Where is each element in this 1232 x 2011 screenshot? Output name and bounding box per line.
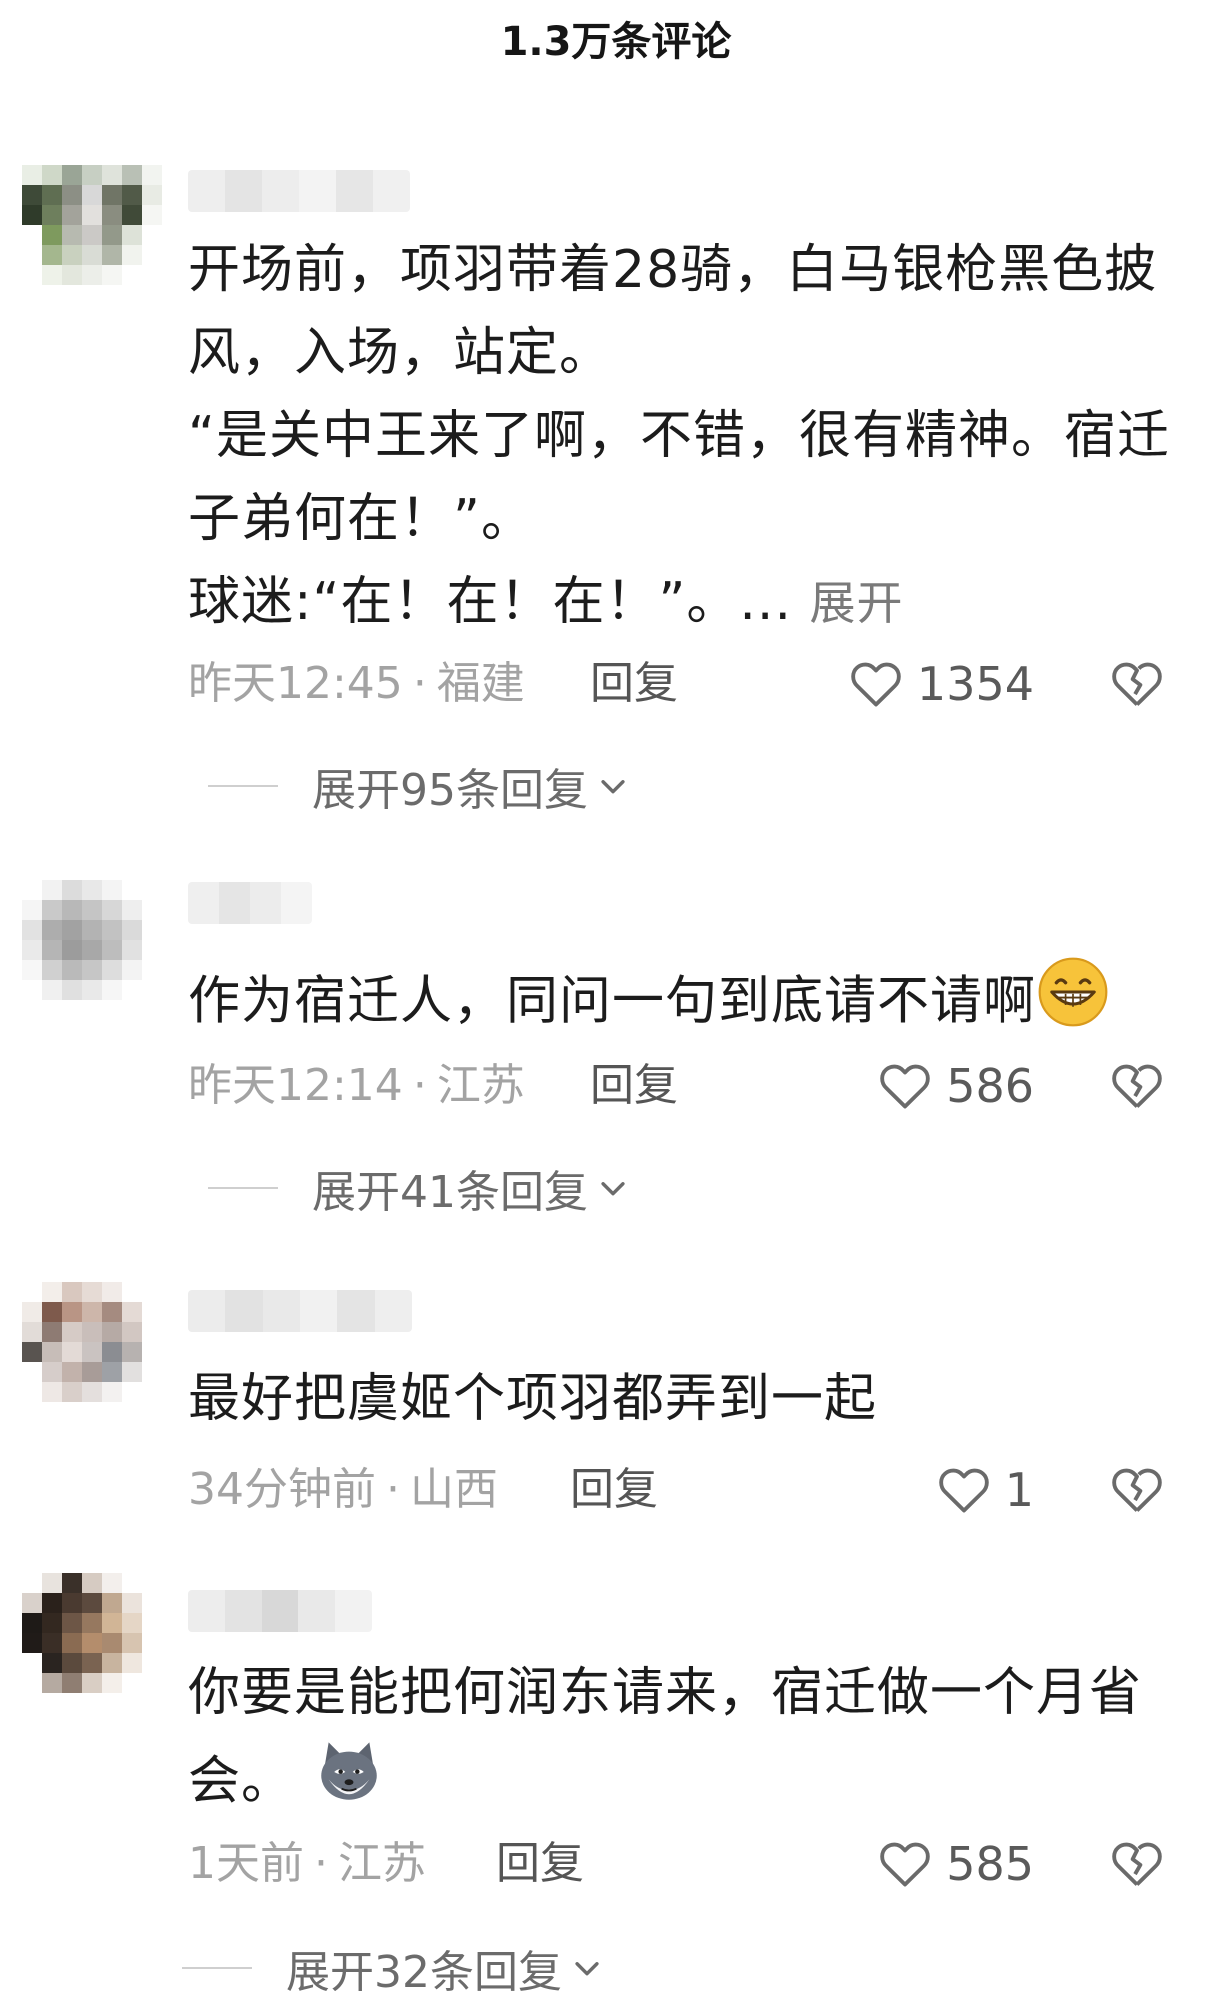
comment-meta: 昨天12:14 · 江苏 — [188, 1060, 525, 1111]
comment-line: “是关中王来了啊，不错，很有精神。宿迁 — [188, 406, 1170, 466]
comment-location: 江苏 — [338, 1838, 426, 1889]
divider — [182, 1967, 252, 1969]
dislike-button[interactable] — [1108, 1057, 1166, 1115]
like-count: 1 — [1004, 1463, 1034, 1517]
heart-outline-icon — [880, 1842, 930, 1887]
comment-text: 作为宿迁人，同问一句到底请不请啊 — [188, 955, 1168, 1054]
like-count: 585 — [946, 1837, 1034, 1891]
comment-text: 最好把虞姬个项羽都弄到一起 — [188, 1358, 1168, 1441]
comment-time: 34分钟前 — [188, 1464, 376, 1515]
reply-button[interactable]: 回复 — [590, 654, 678, 714]
like-button[interactable]: 1 — [935, 1460, 1034, 1520]
comment-line: 风，入场，站定。 — [188, 323, 613, 383]
comment-meta: 昨天12:45 · 福建 — [188, 658, 525, 709]
comment-line: 会。 — [188, 1751, 295, 1812]
replies-label: 展开32条回复 — [286, 1947, 562, 1998]
comment-time: 1天前 — [188, 1838, 304, 1889]
comment-line: 作为宿迁人，同问一句到底请不请啊 — [188, 971, 1037, 1032]
heart-outline-icon — [938, 1468, 989, 1513]
reply-button[interactable]: 回复 — [570, 1460, 658, 1520]
username-blurred[interactable] — [188, 1290, 412, 1332]
expand-text-link[interactable]: 展开 — [810, 576, 904, 630]
broken-heart-icon — [1112, 1842, 1162, 1886]
broken-heart-icon — [1112, 662, 1162, 706]
reply-button[interactable]: 回复 — [496, 1834, 584, 1894]
divider — [208, 1187, 278, 1189]
chevron-down-icon — [601, 780, 625, 794]
comment-time: 昨天12:14 — [188, 1060, 403, 1111]
reply-button[interactable]: 回复 — [590, 1056, 678, 1116]
comment-meta: 1天前 · 江苏 — [188, 1838, 426, 1889]
comment-line: 球迷:“在！在！在！”。... — [188, 572, 792, 632]
comment-location: 福建 — [436, 658, 525, 709]
comment-location: 江苏 — [436, 1060, 525, 1111]
username-blurred[interactable] — [188, 170, 410, 212]
like-count: 1354 — [916, 657, 1034, 711]
expand-replies-button[interactable]: 展开95条回复 — [208, 756, 630, 816]
comments-count-title: 1.3万条评论 — [500, 19, 732, 65]
comment-location: 山西 — [410, 1464, 498, 1515]
grinning-face-emoji — [1036, 955, 1110, 1054]
replies-label: 展开41条回复 — [312, 1167, 588, 1218]
broken-heart-icon — [1112, 1064, 1162, 1108]
expand-replies-button[interactable]: 展开41条回复 — [208, 1158, 630, 1218]
heart-outline-icon — [851, 662, 901, 707]
chevron-down-icon — [575, 1962, 599, 1976]
divider — [208, 785, 278, 787]
avatar[interactable] — [22, 880, 162, 1020]
comment-text: 开场前，项羽带着28骑，白马银枪黑色披 风，入场，站定。 “是关中王来了啊，不错… — [188, 229, 1170, 645]
avatar[interactable] — [22, 1573, 162, 1713]
like-button[interactable]: 1354 — [847, 654, 1034, 714]
husky-emoji — [312, 1735, 386, 1834]
expand-replies-button[interactable]: 展开32条回复 — [182, 1938, 604, 1998]
avatar[interactable] — [22, 165, 162, 305]
broken-heart-icon — [1112, 1468, 1162, 1512]
comment-line: 子弟何在！”。 — [188, 489, 534, 549]
replies-label: 展开95条回复 — [312, 765, 588, 816]
comment-line: 你要是能把何润东请来，宿迁做一个月省 — [188, 1663, 1143, 1723]
comment-line: 最好把虞姬个项羽都弄到一起 — [188, 1369, 878, 1429]
heart-outline-icon — [880, 1064, 930, 1109]
chevron-down-icon — [601, 1182, 625, 1196]
comment-text: 你要是能把何润东请来，宿迁做一个月省 会。 — [188, 1652, 1168, 1834]
like-count: 586 — [946, 1059, 1034, 1113]
like-button[interactable]: 586 — [876, 1056, 1034, 1116]
dislike-button[interactable] — [1108, 1835, 1166, 1893]
username-blurred[interactable] — [188, 882, 312, 924]
dislike-button[interactable] — [1108, 655, 1166, 713]
avatar[interactable] — [22, 1282, 162, 1422]
comment-time: 昨天12:45 — [188, 658, 403, 709]
username-blurred[interactable] — [188, 1590, 372, 1632]
dislike-button[interactable] — [1108, 1461, 1166, 1519]
comment-meta: 34分钟前 · 山西 — [188, 1464, 498, 1515]
like-button[interactable]: 585 — [876, 1834, 1034, 1894]
comment-line: 开场前，项羽带着28骑，白马银枪黑色披 — [188, 240, 1158, 300]
